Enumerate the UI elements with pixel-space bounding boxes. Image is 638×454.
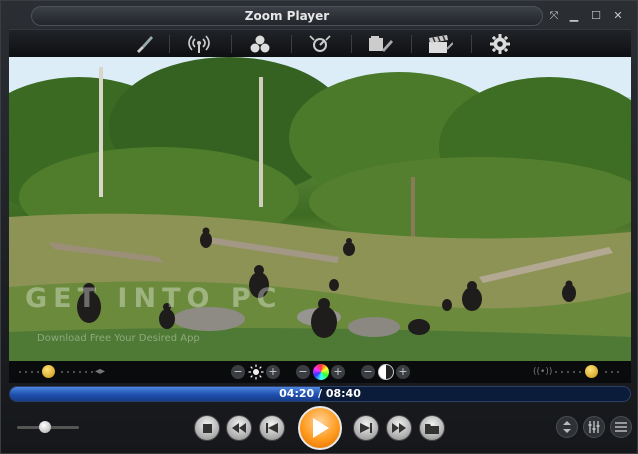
gear-icon[interactable] <box>485 33 515 55</box>
menu-icon <box>615 422 627 432</box>
broadcast-icon[interactable] <box>184 33 214 55</box>
play-button[interactable] <box>298 406 342 450</box>
time-display: 04:20 / 08:40 <box>279 387 361 400</box>
next-icon <box>360 423 372 433</box>
divider-dots <box>603 371 623 373</box>
playback-controls <box>1 403 638 454</box>
toolbar-divider <box>411 35 412 53</box>
toolbar-divider <box>291 35 292 53</box>
navigate-button[interactable] <box>556 416 578 438</box>
play-icon <box>313 418 329 438</box>
stop-icon <box>202 423 212 433</box>
brightness-plus-button[interactable]: + <box>266 365 280 379</box>
divider-dots <box>59 371 93 373</box>
previous-button[interactable] <box>259 415 285 441</box>
gold-dot-icon[interactable] <box>42 365 55 378</box>
gold-dot-icon[interactable] <box>585 365 598 378</box>
color-wheel-icon <box>313 364 329 380</box>
minimize-icon[interactable]: ▁ <box>565 8 583 24</box>
seek-bar[interactable]: 04:20 / 08:40 <box>9 386 631 402</box>
player-window: Zoom Player ⤧ ▁ ☐ ✕ GET INTO PC Download… <box>0 0 638 454</box>
clapperboard-icon[interactable] <box>425 33 455 55</box>
title-bar[interactable]: Zoom Player ⤧ ▁ ☐ ✕ <box>9 5 631 27</box>
contrast-icon <box>378 364 394 380</box>
video-scene <box>9 57 631 361</box>
equalizer-button[interactable] <box>583 416 605 438</box>
volume-knob[interactable] <box>38 421 51 433</box>
toolbar-divider <box>351 35 352 53</box>
brightness-minus-button[interactable]: − <box>231 365 245 379</box>
color-minus-button[interactable]: − <box>296 365 310 379</box>
menu-button[interactable] <box>610 416 632 438</box>
next-button[interactable] <box>353 415 379 441</box>
color-circles-icon[interactable] <box>245 33 275 55</box>
brightness-icon <box>248 364 264 380</box>
contrast-minus-button[interactable]: − <box>361 365 375 379</box>
close-icon[interactable]: ✕ <box>609 8 627 24</box>
media-library-icon[interactable] <box>365 33 395 55</box>
toolbar-divider <box>231 35 232 53</box>
equalizer-icon <box>588 421 600 433</box>
restore-icon[interactable]: ⤧ <box>545 8 563 24</box>
video-adjustment-bar: ◂▸ − + − + − + ((•)) <box>9 361 631 383</box>
rewind-icon <box>232 423 246 433</box>
toolbar-divider <box>169 35 170 53</box>
color-plus-button[interactable]: + <box>331 365 345 379</box>
divider-dots <box>17 371 41 373</box>
watermark-text: GET INTO PC <box>25 283 283 314</box>
video-frame[interactable]: GET INTO PC Download Free Your Desired A… <box>9 57 631 361</box>
top-toolbar <box>9 29 631 57</box>
maximize-icon[interactable]: ☐ <box>587 8 605 24</box>
brush-icon[interactable] <box>129 33 159 55</box>
divider-dots <box>553 371 583 373</box>
audio-balance-icon[interactable]: ◂▸ <box>95 364 111 380</box>
contrast-plus-button[interactable]: + <box>396 365 410 379</box>
rewind-button[interactable] <box>226 415 252 441</box>
open-file-button[interactable] <box>419 415 445 441</box>
stop-button[interactable] <box>194 415 220 441</box>
watermark-subtext: Download Free Your Desired App <box>37 333 200 344</box>
folder-icon <box>425 423 439 434</box>
fast-forward-button[interactable] <box>386 415 412 441</box>
playback-settings-icon[interactable] <box>305 33 335 55</box>
up-down-arrows-icon <box>563 421 571 433</box>
broadcast-small-icon[interactable]: ((•)) <box>533 364 552 380</box>
toolbar-divider <box>471 35 472 53</box>
fast-forward-icon <box>392 423 406 433</box>
previous-icon <box>266 423 278 433</box>
window-title: Zoom Player <box>31 6 543 26</box>
